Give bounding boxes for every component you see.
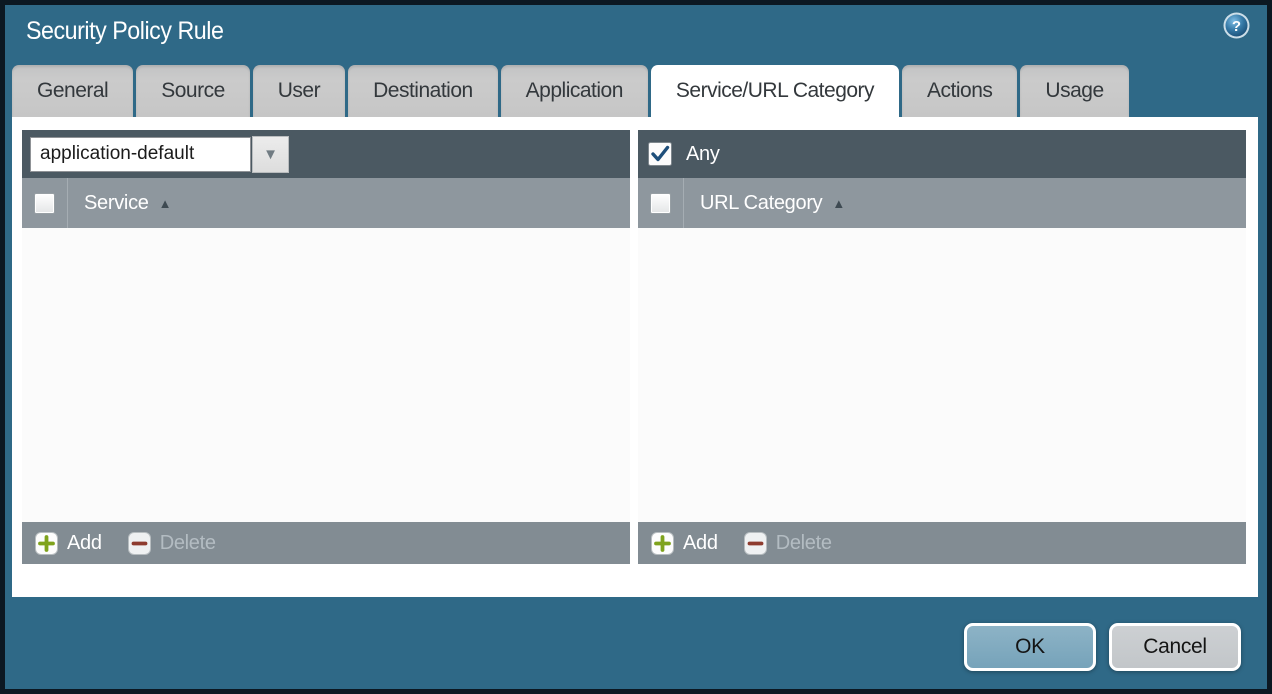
tab-content-service-url-category: application-default ▼ Service ▲: [12, 117, 1258, 597]
url-category-topbar: Any: [638, 130, 1246, 178]
service-topbar: application-default ▼: [22, 130, 630, 178]
url-category-delete-label: Delete: [776, 532, 832, 555]
url-category-toolbar: Add Delete: [638, 522, 1246, 564]
dialog-title: Security Policy Rule: [26, 17, 223, 46]
any-checkbox-label[interactable]: Any: [686, 143, 720, 166]
service-type-dropdown-button[interactable]: ▼: [252, 136, 289, 173]
url-category-add-label: Add: [683, 532, 718, 555]
tab-general[interactable]: General: [12, 65, 133, 117]
service-panel: application-default ▼ Service ▲: [22, 130, 630, 564]
help-icon[interactable]: ?: [1222, 11, 1251, 40]
sort-asc-icon[interactable]: ▲: [832, 196, 845, 211]
service-delete-label: Delete: [160, 532, 216, 555]
dialog-action-buttons: OK Cancel: [964, 623, 1241, 671]
service-toolbar: Add Delete: [22, 522, 630, 564]
service-type-dropdown-value[interactable]: application-default: [30, 137, 251, 172]
url-category-panel: Any URL Category ▲ Add: [638, 130, 1246, 564]
service-table-header: Service ▲: [22, 178, 630, 228]
service-delete-button[interactable]: Delete: [128, 532, 216, 555]
url-category-delete-button[interactable]: Delete: [744, 532, 832, 555]
url-category-list: [638, 228, 1246, 522]
question-mark-glyph: ?: [1232, 18, 1241, 35]
tab-bar: General Source User Destination Applicat…: [12, 65, 1129, 117]
tab-user[interactable]: User: [253, 65, 345, 117]
url-category-select-all-checkbox[interactable]: [650, 193, 671, 214]
cancel-button[interactable]: Cancel: [1109, 623, 1241, 671]
tab-destination[interactable]: Destination: [348, 65, 498, 117]
service-select-all-checkbox[interactable]: [34, 193, 55, 214]
tab-usage[interactable]: Usage: [1020, 65, 1128, 117]
service-column-header[interactable]: Service: [84, 192, 149, 215]
tab-actions[interactable]: Actions: [902, 65, 1017, 117]
tab-service-url-category[interactable]: Service/URL Category: [651, 65, 899, 117]
plus-icon: [651, 532, 674, 555]
url-category-column-header[interactable]: URL Category: [700, 192, 822, 215]
minus-icon: [128, 532, 151, 555]
tab-application[interactable]: Application: [501, 65, 648, 117]
minus-icon: [744, 532, 767, 555]
plus-icon: [35, 532, 58, 555]
service-type-dropdown: application-default ▼: [30, 136, 289, 173]
url-category-add-button[interactable]: Add: [651, 532, 718, 555]
chevron-down-icon: ▼: [263, 147, 278, 162]
service-list: [22, 228, 630, 522]
ok-button[interactable]: OK: [964, 623, 1096, 671]
any-checkbox[interactable]: [648, 142, 672, 166]
sort-asc-icon[interactable]: ▲: [159, 196, 172, 211]
service-add-button[interactable]: Add: [35, 532, 102, 555]
service-add-label: Add: [67, 532, 102, 555]
tab-source[interactable]: Source: [136, 65, 250, 117]
security-policy-rule-dialog: Security Policy Rule ? General Source Us…: [0, 0, 1272, 694]
url-category-table-header: URL Category ▲: [638, 178, 1246, 228]
